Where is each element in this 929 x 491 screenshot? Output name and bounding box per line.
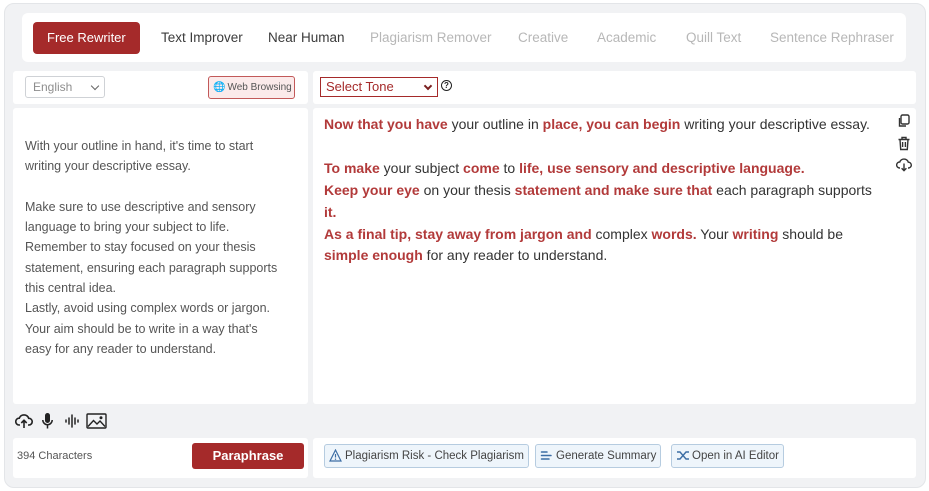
chevron-down-icon bbox=[423, 81, 433, 91]
unchanged-text: to bbox=[499, 159, 520, 176]
tab-quill-text[interactable]: Quill Text bbox=[686, 13, 741, 62]
output-text: Now that you have your outline in place,… bbox=[324, 114, 896, 267]
unchanged-text: for any reader to understand. bbox=[422, 247, 608, 264]
tone-value: Select Tone bbox=[326, 79, 394, 94]
input-line: Lastly, avoid using complex words or jar… bbox=[25, 301, 271, 316]
input-line: Your aim should be to write in a way tha… bbox=[25, 321, 258, 336]
changed-phrase[interactable]: simple enough bbox=[324, 247, 423, 263]
ai-editor-icon bbox=[677, 451, 689, 460]
trash-icon[interactable] bbox=[897, 136, 911, 151]
unchanged-text: on your thesis bbox=[419, 181, 515, 198]
changed-phrase[interactable]: statement and make sure that bbox=[515, 182, 713, 198]
summary-lines-icon bbox=[540, 451, 552, 460]
mode-tabs: Free Rewriter Text Improver Near Human P… bbox=[22, 13, 906, 62]
paraphrase-button[interactable]: Paraphrase bbox=[192, 443, 304, 469]
tab-creative[interactable]: Creative bbox=[518, 13, 568, 62]
input-line: With your outline in hand, it's time to … bbox=[25, 139, 254, 153]
changed-phrase[interactable]: As a final tip, stay away from jargon an… bbox=[324, 226, 592, 242]
unchanged-text: should be bbox=[778, 225, 843, 242]
globe-icon: 🌐 bbox=[213, 82, 226, 93]
input-line: easy for any reader to understand. bbox=[25, 341, 217, 356]
language-value: English bbox=[33, 80, 73, 94]
unchanged-text: your subject bbox=[379, 159, 464, 176]
unchanged-text: your outline in bbox=[447, 116, 543, 132]
output-line: As a final tip, stay away from jargon an… bbox=[324, 224, 896, 246]
cloud-download-icon[interactable] bbox=[896, 157, 912, 172]
check-plagiarism-label: Plagiarism Risk - Check Plagiarism bbox=[345, 450, 524, 462]
open-ai-editor-label: Open in AI Editor bbox=[692, 450, 779, 462]
copy-icon[interactable] bbox=[897, 114, 911, 128]
input-textarea[interactable]: With your outline in hand, it's time to … bbox=[25, 136, 300, 359]
input-line: Make sure to use descriptive and sensory bbox=[25, 199, 256, 214]
tab-near-human[interactable]: Near Human bbox=[268, 13, 345, 62]
output-blank-line bbox=[324, 136, 896, 158]
audio-wave-icon[interactable] bbox=[64, 413, 80, 429]
output-line: it. bbox=[324, 202, 896, 224]
help-icon[interactable]: ? bbox=[441, 80, 452, 91]
output-line: To make your subject come to life, use s… bbox=[324, 158, 896, 180]
chevron-down-icon bbox=[90, 81, 100, 91]
changed-phrase[interactable]: Keep your eye bbox=[324, 182, 420, 198]
output-line: Now that you have your outline in place,… bbox=[324, 114, 896, 136]
changed-phrase[interactable]: come bbox=[463, 160, 500, 176]
tab-free-rewriter[interactable]: Free Rewriter bbox=[33, 22, 140, 54]
tab-sentence-rephraser[interactable]: Sentence Rephraser bbox=[770, 13, 894, 62]
web-browsing-button[interactable]: 🌐 Web Browsing bbox=[208, 76, 295, 99]
changed-phrase[interactable]: To make bbox=[324, 160, 380, 176]
input-line: statement, ensuring each paragraph suppo… bbox=[25, 260, 278, 275]
changed-phrase[interactable]: it. bbox=[324, 204, 336, 220]
image-icon[interactable] bbox=[86, 413, 107, 429]
tone-select[interactable]: Select Tone bbox=[320, 77, 438, 97]
unchanged-text: complex bbox=[591, 225, 652, 242]
tab-text-improver[interactable]: Text Improver bbox=[161, 13, 243, 62]
output-line: simple enough for any reader to understa… bbox=[324, 245, 896, 267]
character-count: 394 Characters bbox=[17, 450, 93, 462]
web-browsing-label: Web Browsing bbox=[227, 82, 292, 93]
microphone-icon[interactable] bbox=[41, 412, 54, 430]
changed-phrase[interactable]: place, you can begin bbox=[543, 116, 681, 132]
changed-phrase[interactable]: Now that you have bbox=[324, 116, 448, 132]
changed-phrase[interactable]: life, use sensory and descriptive langua… bbox=[519, 160, 805, 176]
changed-phrase[interactable]: words. bbox=[652, 226, 697, 242]
language-select[interactable]: English bbox=[25, 76, 105, 98]
output-line: Keep your eye on your thesis statement a… bbox=[324, 180, 896, 202]
tab-academic[interactable]: Academic bbox=[597, 13, 656, 62]
unchanged-text: Your bbox=[696, 225, 733, 242]
unchanged-text: each paragraph supports bbox=[712, 181, 872, 198]
input-line: this central idea. bbox=[25, 281, 117, 296]
unchanged-text: writing your descriptive essay. bbox=[680, 116, 870, 132]
warning-icon bbox=[329, 449, 342, 462]
generate-summary-label: Generate Summary bbox=[556, 450, 657, 462]
input-line: language to bring your subject to life. bbox=[25, 220, 230, 235]
generate-summary-button[interactable]: Generate Summary bbox=[535, 444, 662, 468]
check-plagiarism-button[interactable]: Plagiarism Risk - Check Plagiarism bbox=[324, 444, 529, 468]
input-line: Remember to stay focused on your thesis bbox=[25, 240, 256, 255]
changed-phrase[interactable]: writing bbox=[733, 226, 779, 242]
input-line: writing your descriptive essay. bbox=[25, 159, 191, 174]
tab-plagiarism-remover[interactable]: Plagiarism Remover bbox=[370, 13, 492, 62]
open-ai-editor-button[interactable]: Open in AI Editor bbox=[671, 444, 784, 468]
upload-cloud-icon[interactable] bbox=[15, 412, 33, 429]
